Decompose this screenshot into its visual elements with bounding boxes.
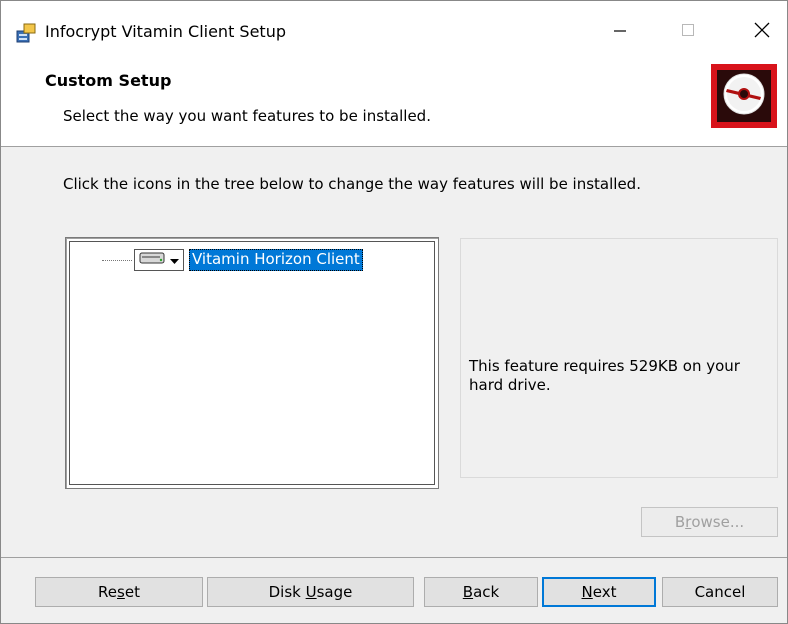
hard-drive-icon <box>139 251 167 269</box>
reset-label-accel: s <box>117 583 125 601</box>
next-label-post: ext <box>592 583 617 601</box>
reset-button[interactable]: Re s et <box>35 577 203 607</box>
cancel-label: Cancel <box>694 583 746 601</box>
close-icon <box>754 22 770 42</box>
reset-label-post: et <box>124 583 140 601</box>
feature-tree[interactable]: Vitamin Horizon Client <box>65 237 439 489</box>
feature-tree-frame: Vitamin Horizon Client <box>69 241 435 485</box>
window-title: Infocrypt Vitamin Client Setup <box>45 22 286 41</box>
maximize-icon <box>681 23 695 41</box>
disk-usage-label-post: sage <box>316 583 353 601</box>
chevron-down-icon <box>170 251 179 269</box>
next-button[interactable]: Next <box>542 577 656 607</box>
setup-window: Infocrypt Vitamin Client Setup Custom Se… <box>0 0 788 624</box>
browse-button[interactable]: Br owse... <box>641 507 778 537</box>
feature-description: This feature requires 529KB on your hard… <box>469 357 740 394</box>
footer-divider <box>1 557 787 558</box>
next-label-accel: N <box>581 583 593 601</box>
page-title: Custom Setup <box>45 71 172 90</box>
back-label-accel: B <box>462 583 474 601</box>
instruction-text: Click the icons in the tree below to cha… <box>63 175 641 193</box>
minimize-icon <box>613 23 627 41</box>
disk-usage-label-accel: U <box>305 583 317 601</box>
back-label-post: ack <box>473 583 500 601</box>
tree-connector <box>102 260 132 261</box>
browse-label-post: owse... <box>691 513 745 531</box>
header-banner: Custom Setup Select the way you want fea… <box>1 57 787 147</box>
maximize-button[interactable] <box>665 15 711 49</box>
close-button[interactable] <box>739 15 785 49</box>
minimize-button[interactable] <box>597 15 643 49</box>
tree-item-vitamin-horizon-client[interactable]: Vitamin Horizon Client <box>189 249 363 271</box>
banner-logo <box>711 64 777 128</box>
disk-usage-button[interactable]: Disk Usage <box>207 577 414 607</box>
disc-icon <box>721 71 767 121</box>
browse-label-pre: B <box>674 513 686 531</box>
feature-description-panel: This feature requires 529KB on your hard… <box>460 238 778 478</box>
back-button[interactable]: Back <box>424 577 538 607</box>
installer-icon <box>15 22 37 44</box>
title-bar[interactable]: Infocrypt Vitamin Client Setup <box>1 1 787 57</box>
reset-label-pre: Re <box>98 583 118 601</box>
cancel-button[interactable]: Cancel <box>662 577 778 607</box>
feature-install-state-dropdown[interactable] <box>134 249 184 271</box>
page-subtitle: Select the way you want features to be i… <box>63 107 431 125</box>
disk-usage-label-pre: Disk <box>268 583 306 601</box>
